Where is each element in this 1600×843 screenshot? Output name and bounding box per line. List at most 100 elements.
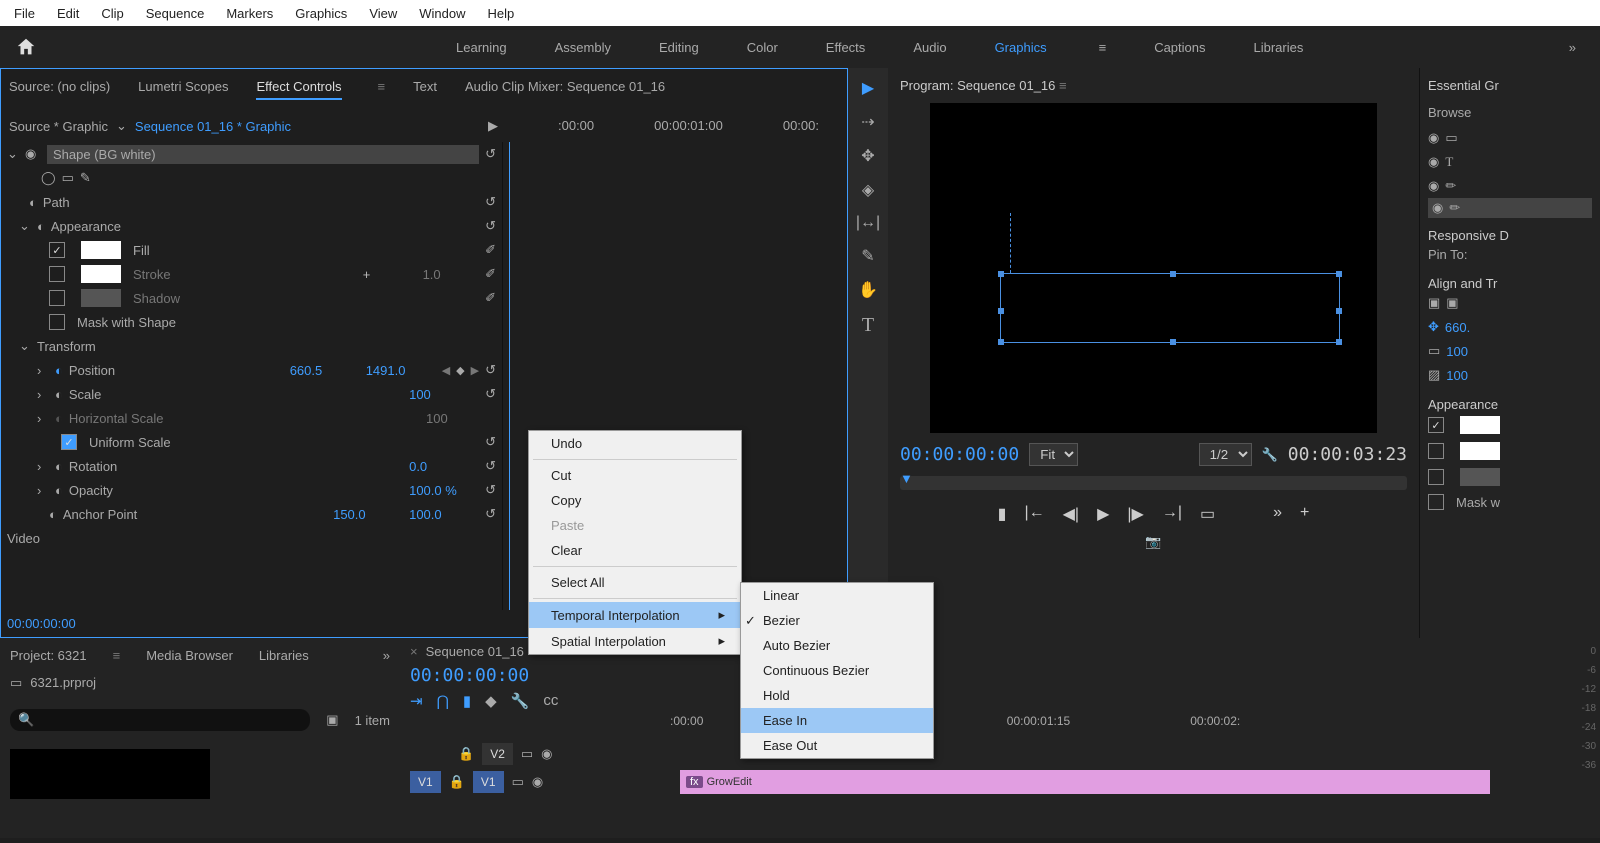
menu-help[interactable]: Help [478, 2, 525, 25]
timeline-timecode[interactable]: 00:00:00:00 [410, 659, 1510, 692]
fill-checkbox[interactable]: ✓ [49, 242, 65, 258]
effect-timecode[interactable]: 00:00:00:00 [7, 616, 76, 631]
add-keyframe-icon[interactable]: ◆ [456, 364, 464, 377]
overflow-icon[interactable]: » [1273, 504, 1282, 524]
stopwatch-icon[interactable]: ◐ [37, 219, 45, 234]
ctx-undo[interactable]: Undo [529, 431, 741, 456]
stopwatch-icon[interactable]: ◐ [55, 459, 63, 474]
interp-ease-out[interactable]: Ease Out [741, 733, 933, 758]
ess-shadow-swatch[interactable] [1460, 468, 1500, 486]
reset-icon[interactable]: ↺ [485, 434, 496, 450]
project-search[interactable] [34, 713, 302, 728]
close-tab-icon[interactable]: × [410, 644, 418, 659]
workspace-captions[interactable]: Captions [1154, 40, 1205, 55]
browse-tab[interactable]: Browse [1428, 93, 1592, 126]
scale-value[interactable]: 100 [409, 387, 479, 402]
pos-y[interactable]: 1491.0 [366, 363, 436, 378]
panel-menu-icon[interactable]: ≡ [1059, 78, 1067, 93]
menu-edit[interactable]: Edit [47, 2, 89, 25]
workspace-assembly[interactable]: Assembly [555, 40, 611, 55]
reset-icon[interactable]: ↺ [485, 362, 496, 378]
visibility-icon[interactable]: ◉ [541, 746, 552, 762]
visibility-icon[interactable]: ◉ [1428, 154, 1439, 170]
chevron-down-icon[interactable]: ⌄ [116, 118, 127, 134]
selected-shape[interactable] [1000, 273, 1340, 343]
menu-sequence[interactable]: Sequence [136, 2, 215, 25]
bin-icon[interactable]: ▭ [10, 675, 22, 691]
workspace-menu-icon[interactable]: ≡ [1099, 40, 1107, 55]
align-left-icon[interactable]: ▣ [1428, 295, 1440, 311]
home-icon[interactable] [8, 31, 44, 63]
ctx-copy[interactable]: Copy [529, 488, 741, 513]
workspace-learning[interactable]: Learning [456, 40, 507, 55]
rotate-tool-icon[interactable]: ◈ [862, 180, 874, 200]
stroke-width[interactable]: 1.0 [423, 267, 441, 282]
pen-tool-icon[interactable]: ✎ [861, 246, 874, 266]
tab-text[interactable]: Text [413, 79, 437, 100]
rotation-value[interactable]: 0.0 [409, 459, 479, 474]
hand-tool-icon[interactable]: ✋ [858, 280, 878, 300]
stopwatch-icon[interactable]: ◐ [55, 363, 63, 378]
track-v2[interactable]: V2 [482, 743, 513, 765]
program-scrubber[interactable]: ▼ [900, 476, 1407, 490]
prev-keyframe-icon[interactable]: ◀ [442, 364, 450, 377]
uniform-checkbox[interactable]: ✓ [61, 434, 77, 450]
ess-opacity[interactable]: 100 [1446, 368, 1468, 383]
ess-fill-checkbox[interactable]: ✓ [1428, 417, 1444, 433]
ess-stroke-checkbox[interactable] [1428, 443, 1444, 459]
add-icon[interactable]: + [1300, 504, 1309, 524]
stopwatch-icon[interactable]: ◐ [55, 387, 63, 402]
freeform-icon[interactable]: ▣ [326, 712, 338, 728]
collapse-icon[interactable]: ⌄ [19, 218, 31, 234]
workspace-color[interactable]: Color [747, 40, 778, 55]
tab-effect-controls[interactable]: Effect Controls [256, 79, 341, 100]
stroke-checkbox[interactable] [49, 266, 65, 282]
ess-pos-x[interactable]: 660. [1445, 320, 1470, 335]
align-icon[interactable]: |↔| [856, 214, 880, 232]
shadow-swatch[interactable] [81, 289, 121, 307]
visibility-icon[interactable]: ◉ [1432, 200, 1443, 216]
next-keyframe-icon[interactable]: ▶ [471, 364, 479, 377]
crumb-sequence[interactable]: Sequence 01_16 * Graphic [135, 119, 291, 134]
reset-icon[interactable]: ↺ [485, 458, 496, 474]
collapse-icon[interactable]: ⌄ [7, 146, 19, 162]
step-back-icon[interactable]: ◀| [1063, 504, 1079, 524]
linked-icon[interactable]: ▮ [463, 692, 471, 710]
opacity-icon[interactable]: ▨ [1428, 367, 1440, 383]
eyedropper-icon[interactable]: ✐ [485, 266, 496, 282]
track-v1[interactable]: V1 [473, 771, 504, 793]
visibility-icon[interactable]: ◉ [1428, 178, 1439, 194]
export-frame-icon[interactable]: 📷 [1145, 534, 1161, 549]
panel-menu-icon[interactable]: ≡ [113, 648, 121, 663]
move-tool-icon[interactable]: ✥ [861, 146, 874, 166]
tab-media-browser[interactable]: Media Browser [146, 648, 233, 663]
anchor-y[interactable]: 100.0 [409, 507, 479, 522]
ellipse-mask-icon[interactable]: ◯ [41, 170, 56, 186]
eyedropper-icon[interactable]: ✐ [485, 290, 496, 306]
visibility-icon[interactable]: ◉ [25, 146, 41, 162]
menu-graphics[interactable]: Graphics [285, 2, 357, 25]
crumb-source[interactable]: Source * Graphic [9, 119, 108, 134]
thumbnail[interactable] [10, 749, 210, 799]
workspace-audio[interactable]: Audio [913, 40, 946, 55]
pen-icon[interactable]: ✏ [1445, 178, 1456, 194]
timeline-clip[interactable]: fxGrowEdit [680, 770, 1490, 794]
stopwatch-icon[interactable]: ◐ [49, 507, 57, 522]
workspace-effects[interactable]: Effects [826, 40, 866, 55]
marker-icon[interactable]: ◆ [485, 692, 497, 710]
reset-icon[interactable]: ↺ [485, 506, 496, 522]
interp-continuous-bezier[interactable]: Continuous Bezier [741, 658, 933, 683]
workspace-overflow-icon[interactable]: » [1569, 40, 1576, 55]
shadow-checkbox[interactable] [49, 290, 65, 306]
mark-out-icon[interactable]: →| [1162, 504, 1182, 524]
menu-file[interactable]: File [4, 2, 45, 25]
position-icon[interactable]: ✥ [1428, 319, 1439, 335]
visibility-icon[interactable]: ◉ [532, 774, 543, 790]
play-icon[interactable]: ▶ [1097, 504, 1109, 524]
workspace-libraries[interactable]: Libraries [1254, 40, 1304, 55]
rect-mask-icon[interactable]: ▭ [62, 170, 74, 186]
snap-icon[interactable]: ⋂ [437, 692, 449, 710]
wrench-icon[interactable]: 🔧 [511, 692, 530, 710]
menu-clip[interactable]: Clip [91, 2, 133, 25]
program-tc-in[interactable]: 00:00:00:00 [900, 444, 1019, 465]
